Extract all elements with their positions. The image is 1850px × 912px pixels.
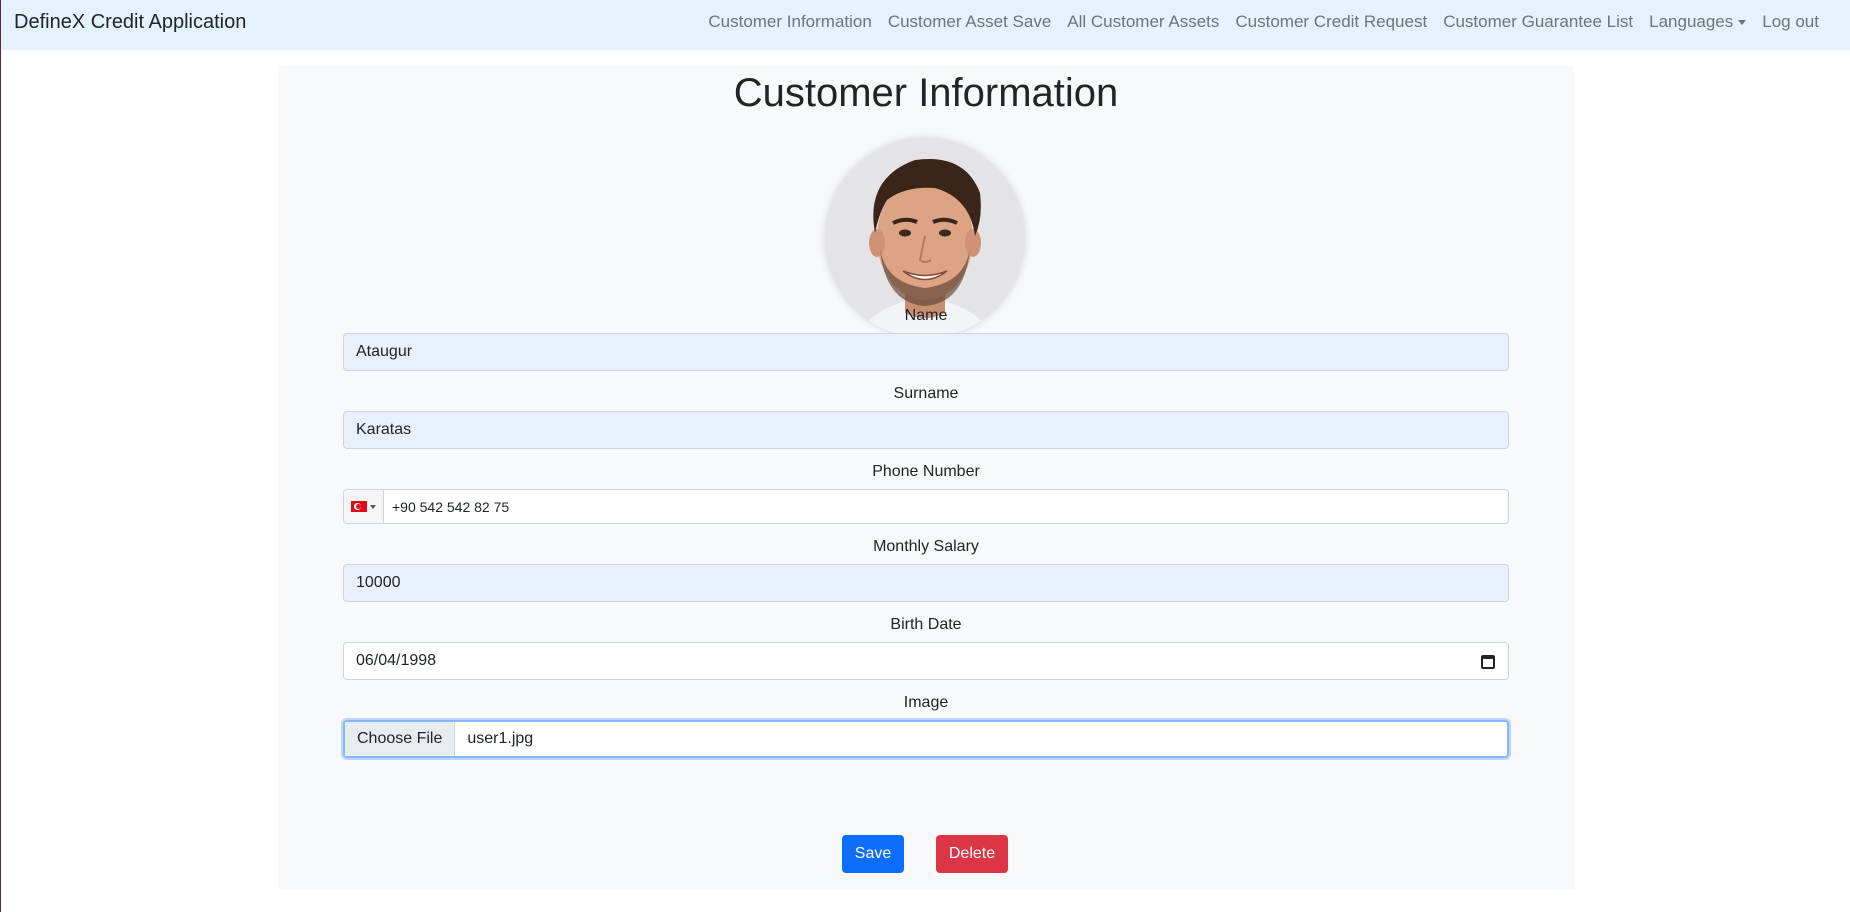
phone-input[interactable]: +90 542 542 82 75 [343, 489, 1509, 524]
phone-value: +90 542 542 82 75 [392, 498, 510, 515]
name-label: Name [904, 307, 948, 324]
birth-date-label: Birth Date [890, 616, 962, 633]
nav-customer-asset-save[interactable]: Customer Asset Save [880, 12, 1059, 32]
name-input[interactable]: Ataugur [343, 333, 1509, 371]
turkey-flag-icon [351, 501, 367, 512]
image-file-input[interactable]: Choose File user1.jpg [343, 720, 1509, 758]
nav-customer-guarantee-list[interactable]: Customer Guarantee List [1435, 12, 1641, 32]
brand-title[interactable]: DefineX Credit Application [14, 11, 246, 33]
surname-label: Surname [893, 385, 959, 402]
image-label: Image [903, 694, 949, 711]
delete-button[interactable]: Delete [936, 835, 1008, 873]
birth-date-value: 06/04/1998 [356, 652, 437, 669]
chevron-down-icon [1738, 19, 1747, 25]
nav-customer-credit-request[interactable]: Customer Credit Request [1227, 12, 1435, 32]
save-button[interactable]: Save [842, 835, 904, 873]
navbar: DefineX Credit Application Customer Info… [0, 0, 1850, 50]
country-code-selector[interactable] [344, 490, 384, 523]
window-edge [0, 50, 1, 912]
nav-languages-dropdown[interactable]: Languages [1641, 12, 1754, 32]
salary-label: Monthly Salary [873, 538, 979, 555]
salary-input[interactable]: 10000 [343, 564, 1509, 602]
file-name: user1.jpg [467, 730, 534, 747]
page-title: Customer Information [733, 71, 1119, 115]
customer-form-card: Customer Information Name Ataugur Surnam… [278, 66, 1574, 889]
nav-links: Customer Information Customer Asset Save… [700, 0, 1850, 44]
nav-languages-label: Languages [1649, 12, 1734, 31]
nav-customer-information[interactable]: Customer Information [700, 12, 879, 32]
chevron-down-icon [370, 504, 376, 509]
calendar-icon[interactable] [1481, 655, 1495, 669]
surname-input[interactable]: Karatas [343, 411, 1509, 449]
phone-label: Phone Number [872, 463, 980, 480]
choose-file-button[interactable]: Choose File [345, 722, 456, 756]
nav-log-out[interactable]: Log out [1754, 12, 1827, 32]
birth-date-input[interactable]: 06/04/1998 [343, 642, 1509, 680]
nav-all-customer-assets[interactable]: All Customer Assets [1059, 12, 1227, 32]
